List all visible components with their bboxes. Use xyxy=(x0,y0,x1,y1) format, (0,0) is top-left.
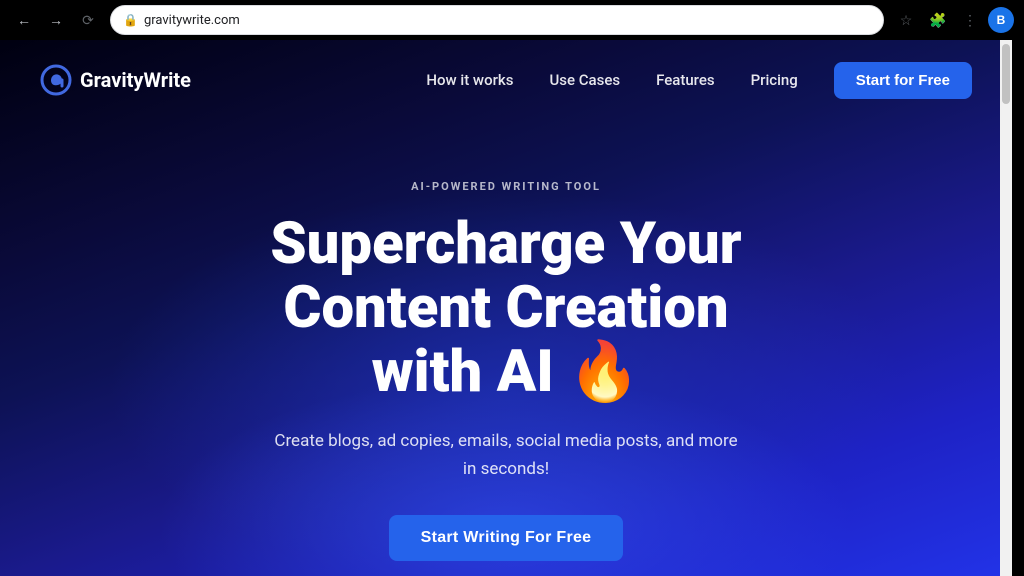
lock-icon: 🔒 xyxy=(123,13,138,27)
nav-link-how-it-works[interactable]: How it works xyxy=(426,71,513,89)
website-content: GravityWrite How it works Use Cases Feat… xyxy=(0,40,1012,576)
hero-title-line2: Content Creation xyxy=(283,274,728,342)
hero-title: Supercharge Your Content Creation with A… xyxy=(270,213,741,404)
hero-cta-button[interactable]: Start Writing For Free xyxy=(389,515,624,561)
extension-button[interactable]: 🧩 xyxy=(924,6,952,34)
forward-button[interactable]: → xyxy=(42,6,70,34)
profile-button[interactable]: B xyxy=(988,7,1014,33)
address-bar[interactable]: 🔒 gravitywrite.com xyxy=(110,5,884,35)
reload-button[interactable]: ⟳ xyxy=(74,6,102,34)
logo-text: GravityWrite xyxy=(80,68,191,92)
back-button[interactable]: ← xyxy=(10,6,38,34)
browser-actions: ☆ 🧩 ⋮ B xyxy=(892,6,1014,34)
nav-link-pricing[interactable]: Pricing xyxy=(751,71,798,89)
menu-button[interactable]: ⋮ xyxy=(956,6,984,34)
hero-badge: AI-POWERED WRITING TOOL xyxy=(411,180,601,193)
bookmark-button[interactable]: ☆ xyxy=(892,6,920,34)
browser-chrome: ← → ⟳ 🔒 gravitywrite.com ☆ 🧩 ⋮ B xyxy=(0,0,1024,40)
hero-title-line3: with AI 🔥 xyxy=(372,338,641,406)
hero-subtitle: Create blogs, ad copies, emails, social … xyxy=(266,428,746,482)
url-text: gravitywrite.com xyxy=(144,13,871,28)
hero-section: AI-POWERED WRITING TOOL Supercharge Your… xyxy=(0,120,1012,561)
nav-buttons: ← → ⟳ xyxy=(10,6,102,34)
navbar-start-free-button[interactable]: Start for Free xyxy=(834,62,972,99)
logo[interactable]: GravityWrite xyxy=(40,64,191,96)
nav-link-use-cases[interactable]: Use Cases xyxy=(549,71,620,89)
browser-toolbar: ← → ⟳ 🔒 gravitywrite.com ☆ 🧩 ⋮ B xyxy=(0,0,1024,40)
logo-icon xyxy=(40,64,72,96)
nav-links: How it works Use Cases Features Pricing … xyxy=(426,62,972,99)
hero-title-line1: Supercharge Your xyxy=(270,210,741,278)
nav-link-features[interactable]: Features xyxy=(656,71,714,89)
navbar: GravityWrite How it works Use Cases Feat… xyxy=(0,40,1012,120)
